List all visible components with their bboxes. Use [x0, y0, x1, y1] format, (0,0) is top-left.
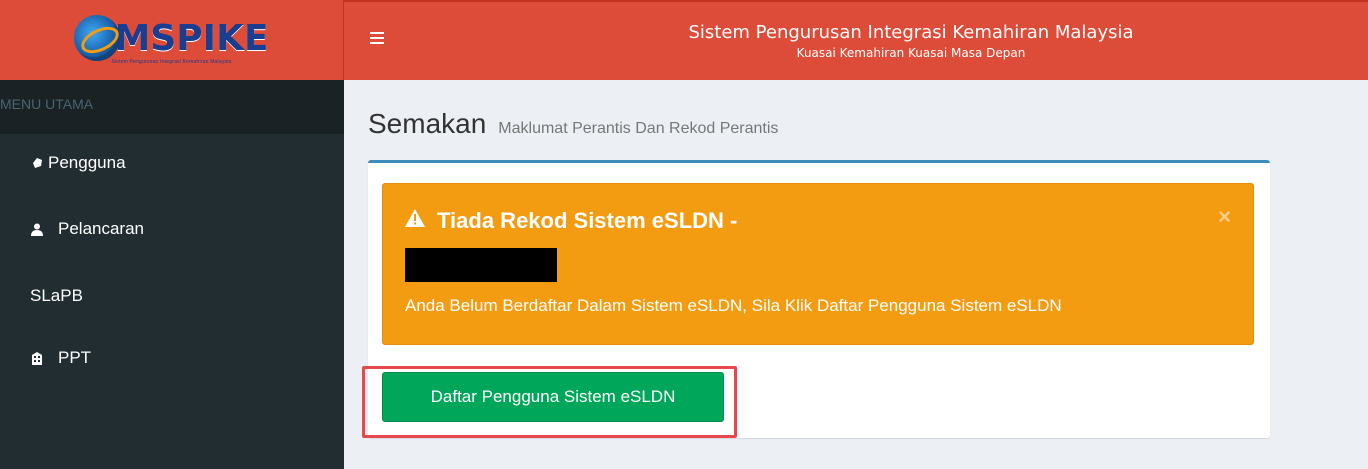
logo-subtext: Sistem Pengurusan Integrasi Kemahiran Ma… [111, 59, 232, 65]
warning-alert: Tiada Rekod Sistem eSLDN - Anda Belum Be… [382, 183, 1254, 345]
top-navbar: Sistem Pengurusan Integrasi Kemahiran Ma… [344, 0, 1368, 80]
sidebar-item-label: PPT [58, 348, 92, 367]
page-subheading: Maklumat Perantis Dan Rekod Perantis [498, 120, 779, 137]
daftar-pengguna-button[interactable]: Daftar Pengguna Sistem eSLDN [382, 372, 724, 422]
sidebar-item-pengguna[interactable]: Pengguna [30, 153, 126, 173]
system-tagline: Kuasai Kemahiran Kuasai Masa Depan [796, 46, 1026, 60]
sidebar-item-slapb[interactable]: SLaPB [30, 286, 83, 306]
logo-area[interactable]: MSPIKE Sistem Pengurusan Integrasi Kemah… [0, 0, 344, 80]
sidebar-menu-header: MENU UTAMA [0, 80, 344, 134]
sidebar-item-label: SLaPB [30, 286, 83, 305]
system-title: Sistem Pengurusan Integrasi Kemahiran Ma… [688, 22, 1134, 43]
building-icon [30, 350, 44, 366]
user-icon [30, 221, 44, 237]
sidebar-item-label: Pengguna [48, 153, 126, 172]
alert-message: Anda Belum Berdaftar Dalam Sistem eSLDN,… [405, 296, 1062, 315]
page-heading: Semakan [368, 108, 487, 139]
alert-title: Tiada Rekod Sistem eSLDN - [405, 208, 737, 234]
sidebar: MENU UTAMA Pengguna Pelancaran SLaPB PPT [0, 80, 344, 469]
warning-icon [405, 209, 425, 233]
user-gear-icon [30, 155, 44, 171]
sidebar-item-label: Pelancaran [58, 219, 145, 238]
close-icon[interactable]: × [1218, 204, 1231, 230]
logo-text: MSPIKE [114, 17, 269, 59]
alert-title-text: Tiada Rekod Sistem eSLDN - [437, 208, 738, 233]
sidebar-item-pelancaran[interactable]: Pelancaran [30, 219, 144, 239]
sidebar-item-ppt[interactable]: PPT [30, 348, 91, 368]
hamburger-icon[interactable] [370, 32, 384, 44]
redacted-block [405, 248, 557, 282]
page-title: Semakan Maklumat Perantis Dan Rekod Pera… [368, 108, 778, 140]
main-header: MSPIKE Sistem Pengurusan Integrasi Kemah… [0, 0, 1368, 80]
logo: MSPIKE Sistem Pengurusan Integrasi Kemah… [74, 15, 269, 65]
